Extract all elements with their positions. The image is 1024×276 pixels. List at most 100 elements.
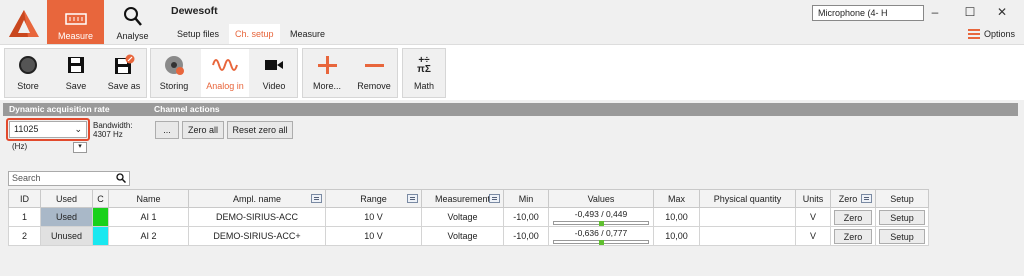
acquisition-rate-highlight xyxy=(6,118,90,141)
plus-icon xyxy=(305,49,349,81)
table-row[interactable]: 1 Used AI 1 DEMO-SIRIUS-ACC 10 V Voltage… xyxy=(8,207,929,227)
more-button[interactable]: More... xyxy=(305,49,349,97)
col-header-measurement[interactable]: Measurement xyxy=(421,189,504,208)
value-meter xyxy=(553,221,649,226)
storing-button[interactable]: Storing xyxy=(151,49,197,97)
tab-setup-files[interactable]: Setup files xyxy=(171,24,225,44)
save-as-button[interactable]: Save as xyxy=(101,49,147,97)
tab-measure-sub[interactable]: Measure xyxy=(284,24,331,44)
video-button[interactable]: Video xyxy=(251,49,297,97)
storing-label: Storing xyxy=(159,81,189,91)
remove-button[interactable]: Remove xyxy=(351,49,397,97)
col-header-id[interactable]: ID xyxy=(8,189,41,208)
column-menu-icon[interactable] xyxy=(407,194,418,203)
cell-used-toggle[interactable]: Used xyxy=(40,207,93,227)
column-menu-icon[interactable] xyxy=(489,194,500,203)
cell-units[interactable]: V xyxy=(795,207,831,227)
close-icon[interactable]: ✕ xyxy=(992,4,1012,20)
col-header-min[interactable]: Min xyxy=(503,189,549,208)
cell-zero: Zero xyxy=(830,226,876,246)
col-header-ampl-name[interactable]: Ampl. name xyxy=(188,189,326,208)
cell-color-swatch[interactable] xyxy=(92,226,109,246)
search-icon xyxy=(116,173,127,187)
col-header-range[interactable]: Range xyxy=(325,189,422,208)
app-title: Dewesoft xyxy=(171,5,218,17)
video-label: Video xyxy=(262,81,286,91)
search-input[interactable]: Search xyxy=(8,171,130,186)
dewesoft-logo-icon xyxy=(6,6,42,42)
record-icon xyxy=(5,49,51,81)
col-header-units[interactable]: Units xyxy=(795,189,831,208)
cell-color-swatch[interactable] xyxy=(92,207,109,227)
zero-button[interactable]: Zero xyxy=(834,228,872,244)
zero-header-label: Zero xyxy=(838,193,858,204)
cell-used-toggle[interactable]: Unused xyxy=(40,226,93,246)
col-header-color[interactable]: C xyxy=(92,189,109,208)
channel-actions-more-button[interactable]: ... xyxy=(155,121,179,139)
col-header-name[interactable]: Name xyxy=(108,189,189,208)
more-label: More... xyxy=(312,81,341,91)
tab-ch-setup[interactable]: Ch. setup xyxy=(229,24,280,44)
col-header-setup[interactable]: Setup xyxy=(875,189,929,208)
meter-marker xyxy=(599,240,604,245)
col-header-used[interactable]: Used xyxy=(40,189,93,208)
options-label: Options xyxy=(984,29,1016,39)
values-text: -0,636 / 0,777 xyxy=(574,228,628,238)
cell-id: 2 xyxy=(8,226,41,246)
range-header-label: Range xyxy=(360,193,387,204)
remove-label: Remove xyxy=(357,81,391,91)
minimize-icon[interactable]: – xyxy=(925,4,945,20)
sine-wave-icon xyxy=(201,49,249,81)
column-menu-icon[interactable] xyxy=(311,194,322,203)
cell-measurement[interactable]: Voltage xyxy=(421,207,504,227)
cell-measurement[interactable]: Voltage xyxy=(421,226,504,246)
col-header-physical-quantity[interactable]: Physical quantity xyxy=(699,189,796,208)
bandwidth-label: Bandwidth: xyxy=(93,121,133,130)
cell-range[interactable]: 10 V xyxy=(325,226,422,246)
col-header-values[interactable]: Values xyxy=(548,189,654,208)
math-symbols-icon: +÷ πΣ xyxy=(417,55,431,75)
ampl-name-header-label: Ampl. name xyxy=(232,193,282,204)
column-menu-icon[interactable] xyxy=(861,194,872,203)
store-button[interactable]: Store xyxy=(5,49,51,97)
maximize-icon[interactable]: ☐ xyxy=(960,4,980,20)
setup-button[interactable]: Setup xyxy=(879,209,925,225)
channel-table: ID Used C Name Ampl. name Range Measurem… xyxy=(8,189,929,246)
setup-button[interactable]: Setup xyxy=(879,228,925,244)
cell-setup: Setup xyxy=(875,226,929,246)
rate-unit-dropdown[interactable]: ▾ xyxy=(73,142,87,153)
zero-button[interactable]: Zero xyxy=(834,209,872,225)
cell-units[interactable]: V xyxy=(795,226,831,246)
col-header-max[interactable]: Max xyxy=(653,189,700,208)
section-header-band: Dynamic acquisition rate Channel actions xyxy=(3,103,1018,116)
channel-group: More... Remove xyxy=(302,48,398,98)
cell-values: -0,636 / 0,777 xyxy=(548,226,654,246)
value-meter xyxy=(553,240,649,245)
ribbon-toolbar: Store Save Save as Storing Analog in Vid… xyxy=(0,44,1024,100)
table-header-row: ID Used C Name Ampl. name Range Measurem… xyxy=(8,189,929,208)
measure-icon xyxy=(47,0,104,28)
tab-analyse[interactable]: Analyse xyxy=(104,0,161,44)
zero-all-button[interactable]: Zero all xyxy=(182,121,224,139)
cell-range[interactable]: 10 V xyxy=(325,207,422,227)
cell-name[interactable]: AI 2 xyxy=(108,226,189,246)
reset-zero-all-button[interactable]: Reset zero all xyxy=(227,121,293,139)
tab-measure[interactable]: Measure xyxy=(47,0,104,44)
table-row[interactable]: 2 Unused AI 2 DEMO-SIRIUS-ACC+ 10 V Volt… xyxy=(8,226,929,246)
tab-analyse-label: Analyse xyxy=(116,31,149,41)
cell-physical-quantity[interactable] xyxy=(699,226,796,246)
cell-setup: Setup xyxy=(875,207,929,227)
save-label: Save xyxy=(65,81,87,91)
save-as-label: Save as xyxy=(107,81,141,91)
col-header-zero[interactable]: Zero xyxy=(830,189,876,208)
math-button[interactable]: +÷ πΣ Math xyxy=(403,49,445,97)
math-label: Math xyxy=(413,81,434,91)
cell-physical-quantity[interactable] xyxy=(699,207,796,227)
device-selector[interactable]: Microphone (4- H xyxy=(812,5,924,21)
measurement-header-label: Measurement xyxy=(434,193,491,204)
options-button[interactable]: Options xyxy=(968,29,1015,39)
cell-name[interactable]: AI 1 xyxy=(108,207,189,227)
cell-ampl-name: DEMO-SIRIUS-ACC+ xyxy=(188,226,326,246)
analog-in-button[interactable]: Analog in xyxy=(201,49,249,97)
save-button[interactable]: Save xyxy=(53,49,99,97)
